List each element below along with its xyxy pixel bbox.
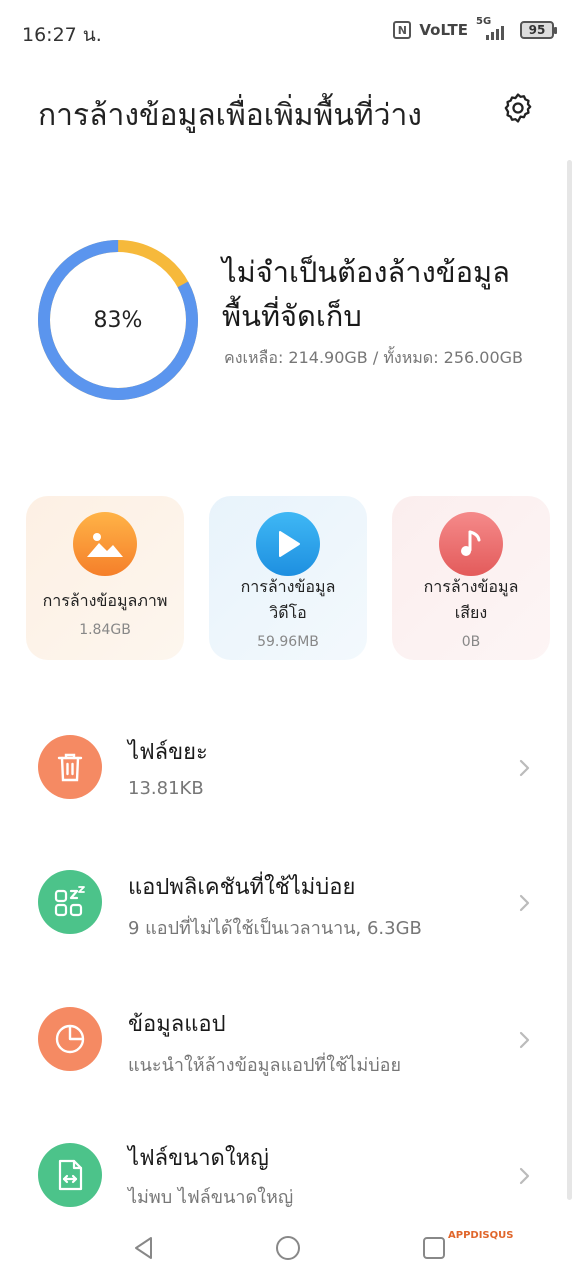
status-time: 16:27 น. bbox=[22, 24, 102, 46]
card-video-label: การล้างข้อมูลวิดีโอ bbox=[240, 577, 336, 622]
gear-icon bbox=[504, 93, 532, 123]
volte-label: VoLTE bbox=[419, 21, 468, 39]
app-data-title: ข้อมูลแอป bbox=[128, 1012, 226, 1037]
trash-icon bbox=[38, 735, 102, 799]
home-circle-icon[interactable] bbox=[274, 1234, 302, 1262]
large-files-subtitle: ไม่พบ ไฟล์ขนาดใหญ่ bbox=[128, 1187, 294, 1208]
back-triangle-icon[interactable] bbox=[130, 1234, 158, 1262]
junk-files-title: ไฟล์ขยะ bbox=[128, 740, 208, 765]
card-video-size: 59.96MB bbox=[257, 634, 319, 650]
list-item-junk-files[interactable]: ไฟล์ขยะ 13.81KB bbox=[0, 718, 576, 818]
list-item-unused-apps[interactable]: แอปพลิเคชันที่ใช้ไม่บ่อย 9 แอปที่ไม่ได้ใ… bbox=[0, 853, 576, 953]
pie-chart-icon bbox=[38, 1007, 102, 1071]
battery-icon: 95 bbox=[520, 21, 557, 39]
navigation-bar bbox=[0, 1218, 576, 1280]
recents-square-icon[interactable] bbox=[420, 1234, 448, 1262]
storage-status-line2: พื้นที่จัดเก็บ bbox=[222, 299, 362, 333]
music-note-icon bbox=[439, 512, 503, 576]
large-files-title: ไฟล์ขนาดใหญ่ bbox=[128, 1146, 269, 1171]
page-title: การล้างข้อมูลเพื่อเพิ่มพื้นที่ว่าง bbox=[38, 98, 422, 133]
card-photo-label: การล้างข้อมูลภาพ bbox=[42, 591, 168, 610]
watermark: APPDISQUS bbox=[448, 1230, 514, 1241]
image-icon bbox=[73, 512, 137, 576]
settings-button[interactable] bbox=[498, 88, 538, 128]
storage-status-line1: ไม่จำเป็นต้องล้างข้อมูล bbox=[222, 255, 510, 289]
card-audio-size: 0B bbox=[461, 634, 481, 650]
app-data-subtitle: แนะนำให้ล้างข้อมูลแอปที่ใช้ไม่บ่อย bbox=[128, 1055, 401, 1076]
card-video-cleanup[interactable]: การล้างข้อมูลวิดีโอ 59.96MB bbox=[209, 496, 367, 660]
card-photo-size: 1.84GB bbox=[79, 622, 131, 638]
large-file-icon bbox=[38, 1143, 102, 1207]
nfc-icon: N bbox=[393, 21, 412, 39]
list-item-app-data[interactable]: ข้อมูลแอป แนะนำให้ล้างข้อมูลแอปที่ใช้ไม่… bbox=[0, 990, 576, 1090]
unused-apps-title: แอปพลิเคชันที่ใช้ไม่บ่อย bbox=[128, 875, 356, 900]
chevron-right-icon bbox=[519, 894, 530, 912]
status-bar: 16:27 น. N VoLTE 5G 95 bbox=[0, 0, 576, 64]
chevron-right-icon bbox=[519, 1167, 530, 1185]
chevron-right-icon bbox=[519, 759, 530, 777]
storage-percent: 83% bbox=[93, 307, 143, 333]
storage-status-text: ไม่จำเป็นต้องล้างข้อมูล พื้นที่จัดเก็บ bbox=[222, 250, 542, 338]
list-item-large-files[interactable]: ไฟล์ขนาดใหญ่ ไม่พบ ไฟล์ขนาดใหญ่ bbox=[0, 1126, 576, 1226]
card-audio-cleanup[interactable]: การล้างข้อมูลเสียง 0B bbox=[392, 496, 550, 660]
signal-icon: 5G bbox=[476, 16, 512, 40]
sleep-apps-icon bbox=[38, 870, 102, 934]
card-audio-label: การล้างข้อมูลเสียง bbox=[423, 577, 519, 622]
unused-apps-subtitle: 9 แอปที่ไม่ได้ใช้เป็นเวลานาน, 6.3GB bbox=[128, 918, 422, 939]
card-photo-cleanup[interactable]: การล้างข้อมูลภาพ 1.84GB bbox=[26, 496, 184, 660]
junk-files-subtitle: 13.81KB bbox=[128, 778, 204, 799]
chevron-right-icon bbox=[519, 1031, 530, 1049]
status-icons: N VoLTE 5G 95 bbox=[393, 16, 557, 40]
play-icon bbox=[256, 512, 320, 576]
storage-detail: คงเหลือ: 214.90GB / ทั้งหมด: 256.00GB bbox=[224, 348, 524, 367]
